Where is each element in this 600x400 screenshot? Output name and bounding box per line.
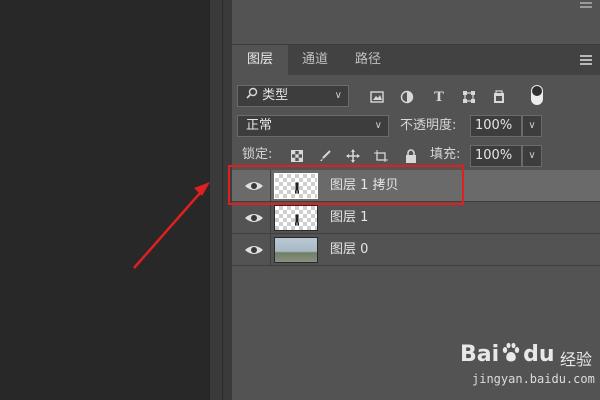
baidu-jingyan-watermark: Bai du 经验 jingyan.baidu.com xyxy=(450,330,600,400)
watermark-brand-part2: du xyxy=(523,342,555,367)
watermark-url: jingyan.baidu.com xyxy=(472,372,595,386)
watermark-brand-part1: Bai xyxy=(460,342,500,367)
paw-logo-icon xyxy=(502,342,520,362)
watermark-jingyan: 经验 xyxy=(560,350,593,369)
watermark-brand: Bai du xyxy=(460,342,555,367)
